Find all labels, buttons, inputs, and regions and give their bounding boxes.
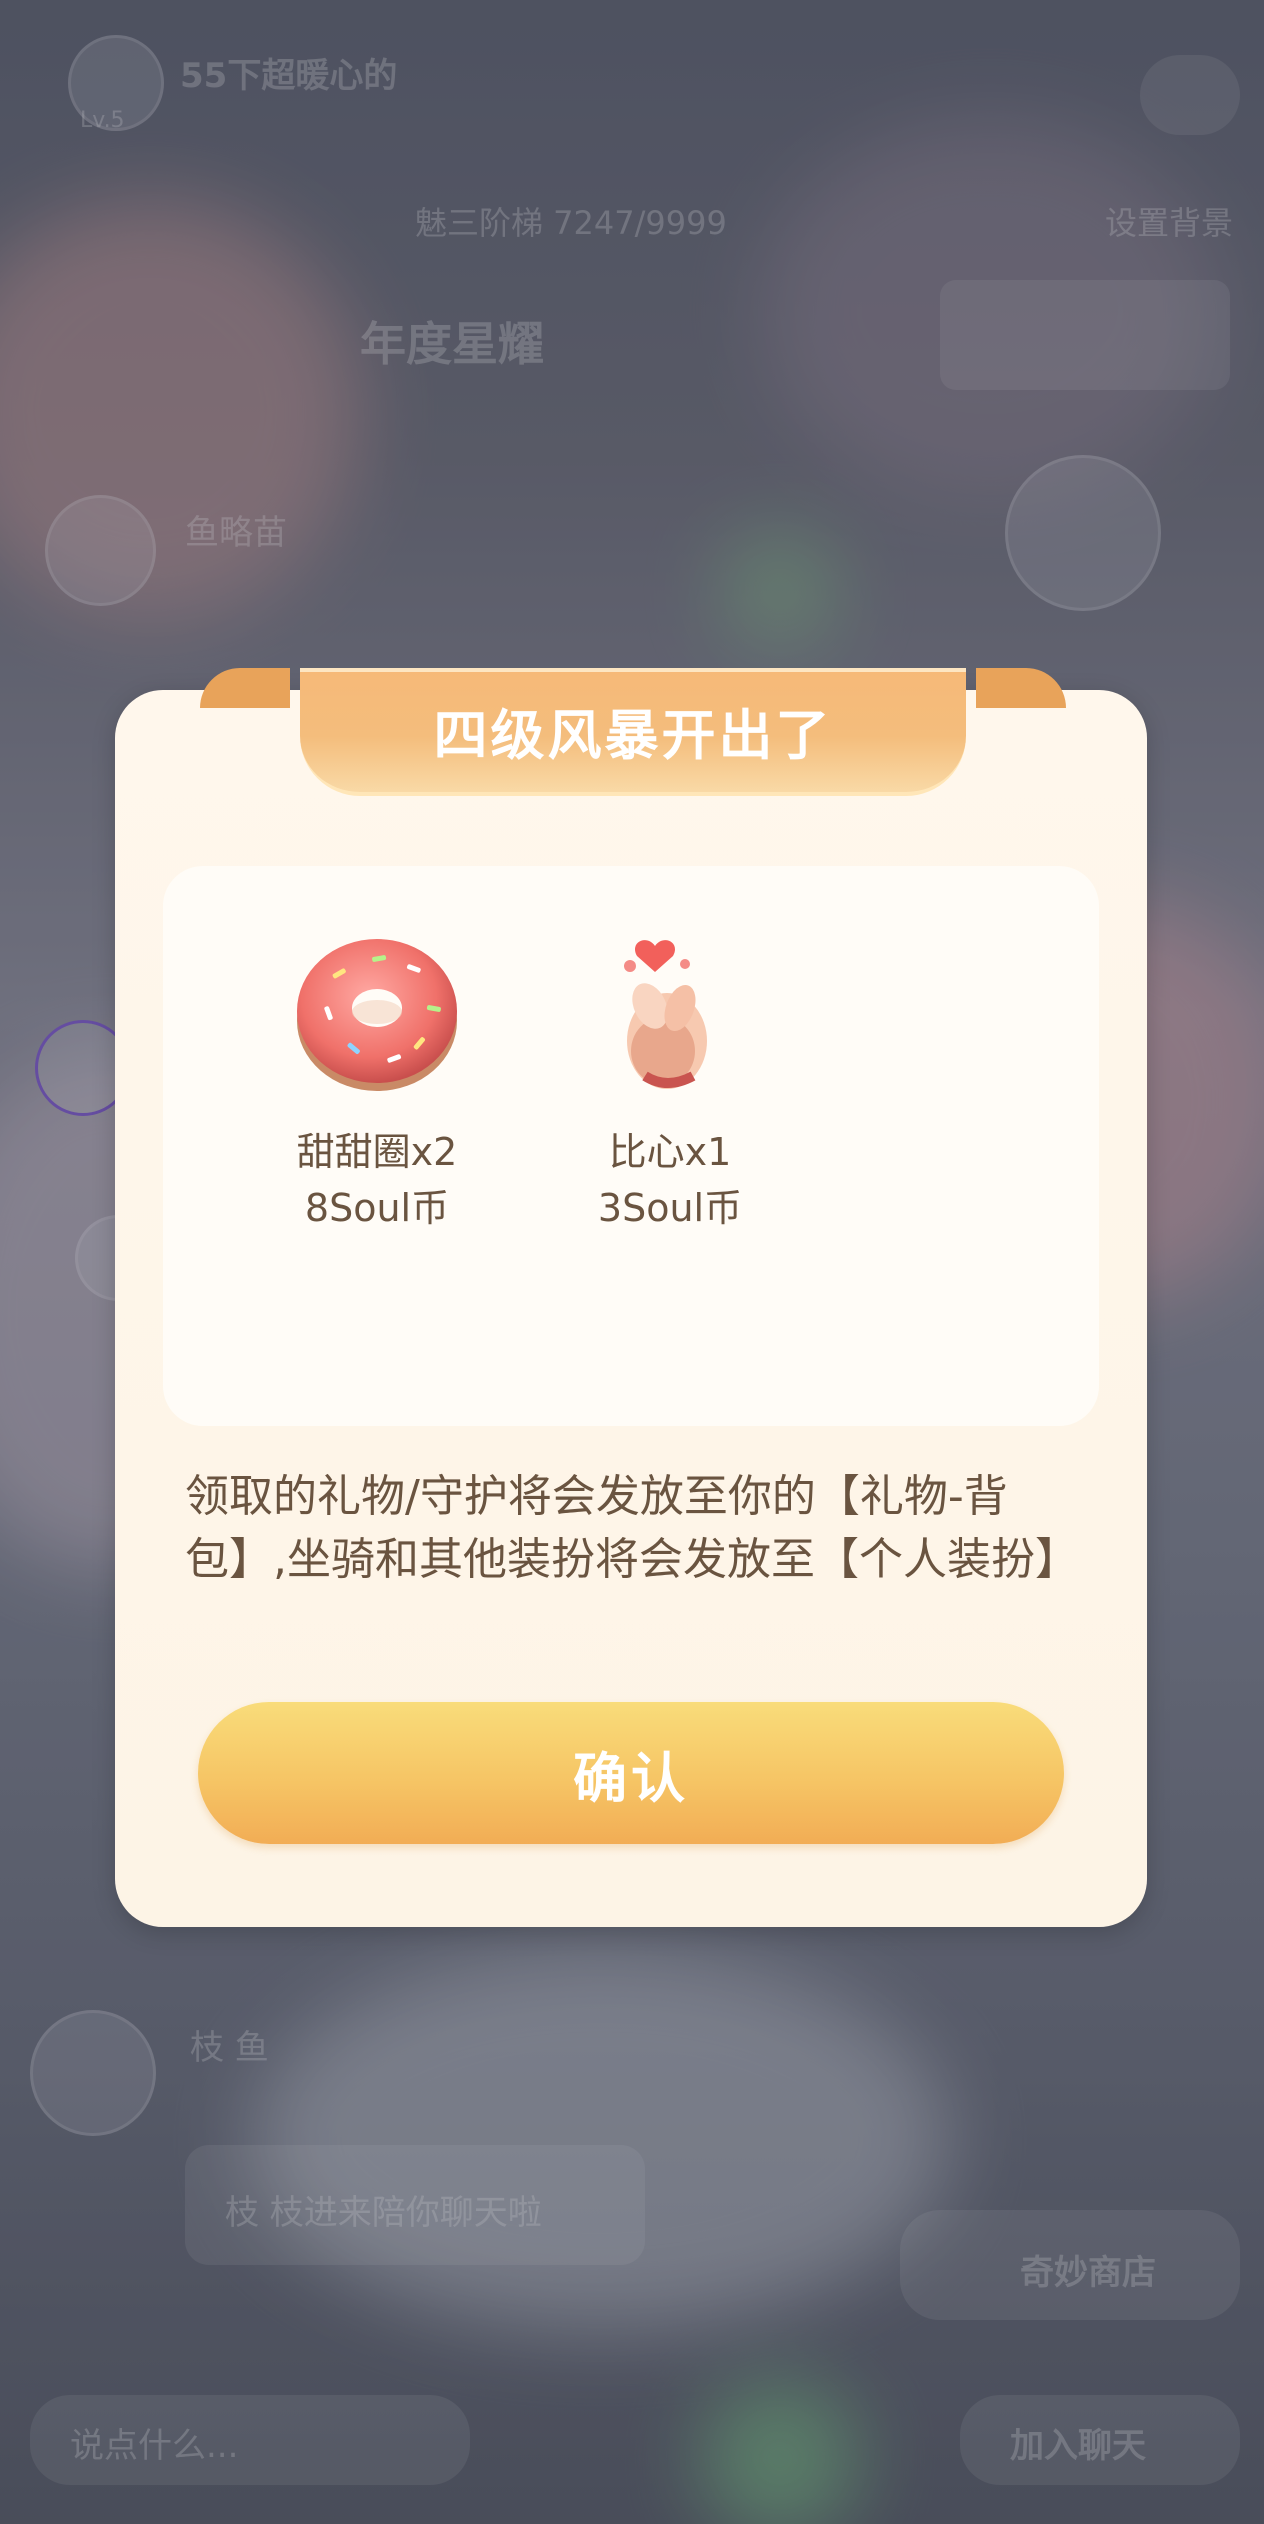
reward-price: 3Soul币 [597,1186,743,1230]
reward-panel: 甜甜圈x2 8Soul币 比心x1 3Soul币 [163,866,1099,1426]
reward-name: 比心x1 [608,1130,732,1174]
dialog-title: 四级风暴开出了 [433,703,833,767]
dialog-banner: 四级风暴开出了 [200,668,1066,796]
reward-item: 甜甜圈x2 8Soul币 [257,926,497,1238]
reward-notice: 领取的礼物/守护将会发放至你的【礼物-背包】,坐骑和其他装扮将会发放至【个人装扮… [185,1471,1079,1585]
donut-icon [292,926,462,1096]
finger-heart-icon [585,926,755,1096]
reward-price: 8Soul币 [304,1186,450,1230]
banner-ear-right [976,668,1066,708]
title-ribbon: 四级风暴开出了 [300,668,966,796]
reward-name: 甜甜圈x2 [296,1130,458,1174]
reward-item: 比心x1 3Soul币 [550,926,790,1238]
confirm-label: 确认 [573,1746,689,1810]
confirm-button[interactable]: 确认 [198,1702,1064,1844]
banner-ear-left [200,668,290,708]
